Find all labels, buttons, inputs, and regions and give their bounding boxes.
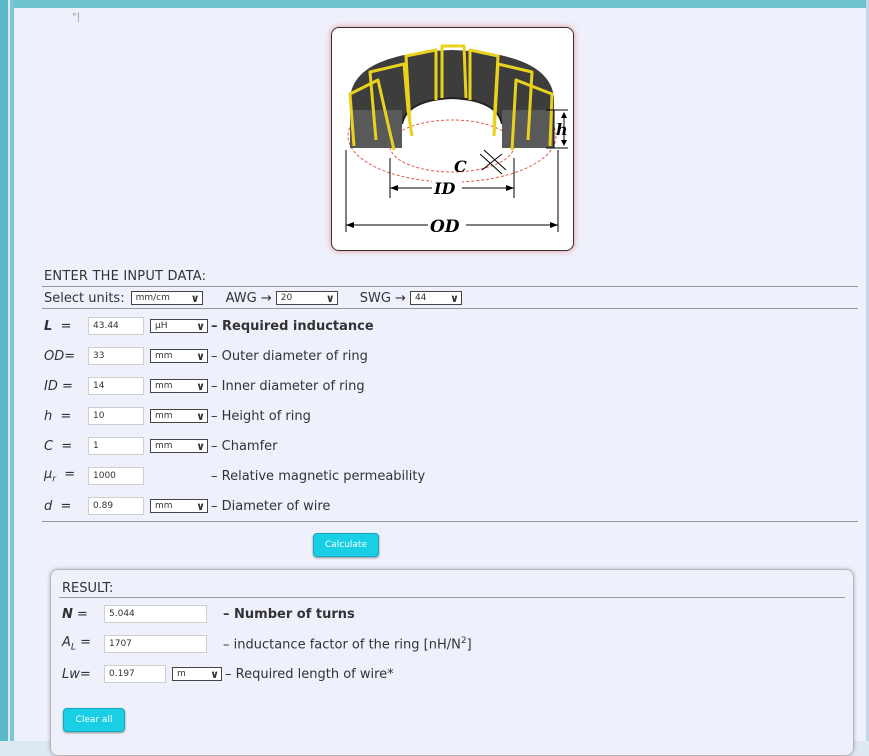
permeability-label: – Relative magnetic permeability bbox=[211, 468, 426, 484]
left-border bbox=[0, 0, 8, 741]
input-heading: ENTER THE INPUT DATA: bbox=[44, 269, 207, 284]
outer-diameter-input[interactable]: 33 bbox=[88, 347, 144, 365]
result-panel: RESULT: N = 5.044 – Number of turns AL =… bbox=[50, 569, 854, 756]
id-label: ID bbox=[433, 179, 455, 198]
chevron-down-icon: ∨ bbox=[450, 291, 459, 305]
height-input[interactable]: 10 bbox=[88, 407, 144, 425]
wire-diameter-input[interactable]: 0.89 bbox=[88, 497, 144, 515]
wire-length-output[interactable]: 0.197 bbox=[104, 665, 166, 683]
od-label: OD bbox=[430, 217, 460, 237]
inner-diameter-label: – Inner diameter of ring bbox=[211, 378, 365, 394]
symbol-n: N = bbox=[62, 606, 88, 622]
divider bbox=[42, 521, 858, 522]
result-divider bbox=[59, 597, 845, 598]
result-row-al: AL = 1707 – inductance factor of the rin… bbox=[62, 634, 472, 654]
chevron-down-icon: ∨ bbox=[190, 291, 200, 305]
wire-length-unit-select[interactable]: m ∨ bbox=[172, 667, 222, 681]
toroid-illustration: h OD ID C bbox=[345, 44, 568, 237]
input-row-h: h = 10 mm ∨ – Height of ring bbox=[44, 406, 311, 426]
chevron-down-icon: ∨ bbox=[196, 409, 205, 423]
calculate-button[interactable]: Calculate bbox=[313, 533, 379, 557]
units-label: Select units: bbox=[44, 290, 125, 306]
symbol-id: ID = bbox=[44, 378, 73, 394]
outer-diameter-label: – Outer diameter of ring bbox=[211, 348, 368, 364]
divider bbox=[42, 286, 858, 287]
wire-diameter-label: – Diameter of wire bbox=[211, 498, 331, 514]
result-row-n: N = 5.044 – Number of turns bbox=[62, 604, 355, 624]
permeability-input[interactable]: 1000 bbox=[88, 467, 144, 485]
chevron-down-icon: ∨ bbox=[196, 319, 205, 333]
outer-diameter-unit-select[interactable]: mm ∨ bbox=[150, 349, 208, 363]
inductance-input[interactable]: 43.44 bbox=[88, 317, 144, 335]
input-row-l: L = 43.44 μH ∨ – Required inductance bbox=[44, 316, 374, 336]
tick-mark: "| bbox=[72, 12, 80, 23]
chamfer-label: – Chamfer bbox=[211, 438, 278, 454]
input-row-od: OD= 33 mm ∨ – Outer diameter of ring bbox=[44, 346, 368, 366]
inner-diameter-unit-select[interactable]: mm ∨ bbox=[150, 379, 208, 393]
units-row: Select units: mm/cm ∨ AWG → 20 ∨ SWG → 44 ∨ bbox=[44, 289, 462, 307]
input-row-mu: μr = 1000 – Relative magnetic permeabili… bbox=[44, 466, 425, 486]
chevron-down-icon: ∨ bbox=[196, 349, 205, 363]
clear-all-button[interactable]: Clear all bbox=[63, 708, 125, 732]
divider bbox=[42, 308, 858, 309]
chevron-down-icon: ∨ bbox=[325, 291, 335, 305]
symbol-c: C = bbox=[44, 438, 73, 454]
chevron-down-icon: ∨ bbox=[196, 379, 205, 393]
symbol-od: OD= bbox=[44, 348, 76, 364]
turns-label: – Number of turns bbox=[223, 606, 355, 622]
toroid-diagram: h OD ID C bbox=[331, 27, 574, 251]
swg-select[interactable]: 44 ∨ bbox=[409, 291, 462, 305]
symbol-mu: μr = bbox=[44, 467, 76, 485]
calculator-panel: "| h OD ID C ENTER THE INPUT DATA: Selec… bbox=[14, 8, 866, 756]
c-label: C bbox=[454, 157, 467, 176]
chevron-down-icon: ∨ bbox=[196, 499, 205, 513]
inner-diameter-input[interactable]: 14 bbox=[88, 377, 144, 395]
chamfer-unit-select[interactable]: mm ∨ bbox=[150, 439, 208, 453]
inductance-factor-output[interactable]: 1707 bbox=[104, 635, 207, 653]
input-row-c: C = 1 mm ∨ – Chamfer bbox=[44, 436, 278, 456]
symbol-h: h = bbox=[44, 408, 72, 424]
wire-diameter-unit-select[interactable]: mm ∨ bbox=[150, 499, 208, 513]
chevron-down-icon: ∨ bbox=[196, 439, 205, 453]
awg-select[interactable]: 20 ∨ bbox=[275, 291, 338, 305]
symbol-lw: Lw= bbox=[62, 666, 91, 682]
height-unit-select[interactable]: mm ∨ bbox=[150, 409, 208, 423]
symbol-l: L = bbox=[44, 318, 72, 334]
chamfer-input[interactable]: 1 bbox=[88, 437, 144, 455]
inductance-unit-select[interactable]: μH ∨ bbox=[150, 319, 208, 333]
input-row-id: ID = 14 mm ∨ – Inner diameter of ring bbox=[44, 376, 365, 396]
awg-label: AWG → bbox=[225, 290, 272, 306]
result-heading: RESULT: bbox=[62, 581, 114, 596]
chevron-down-icon: ∨ bbox=[210, 667, 219, 681]
turns-output[interactable]: 5.044 bbox=[104, 605, 207, 623]
swg-label: SWG → bbox=[359, 290, 406, 306]
inductance-factor-label: – inductance factor of the ring [nH/N2] bbox=[223, 635, 472, 653]
input-row-d: d = 0.89 mm ∨ – Diameter of wire bbox=[44, 496, 330, 516]
symbol-al: AL = bbox=[62, 635, 91, 653]
wire-length-label: – Required length of wire* bbox=[225, 666, 394, 682]
h-label: h bbox=[556, 120, 568, 139]
symbol-d: d = bbox=[44, 498, 72, 514]
height-label: – Height of ring bbox=[211, 408, 311, 424]
result-row-lw: Lw= 0.197 m ∨ – Required length of wire* bbox=[62, 664, 394, 684]
inductance-label: – Required inductance bbox=[211, 318, 374, 334]
units-select[interactable]: mm/cm ∨ bbox=[130, 291, 203, 305]
